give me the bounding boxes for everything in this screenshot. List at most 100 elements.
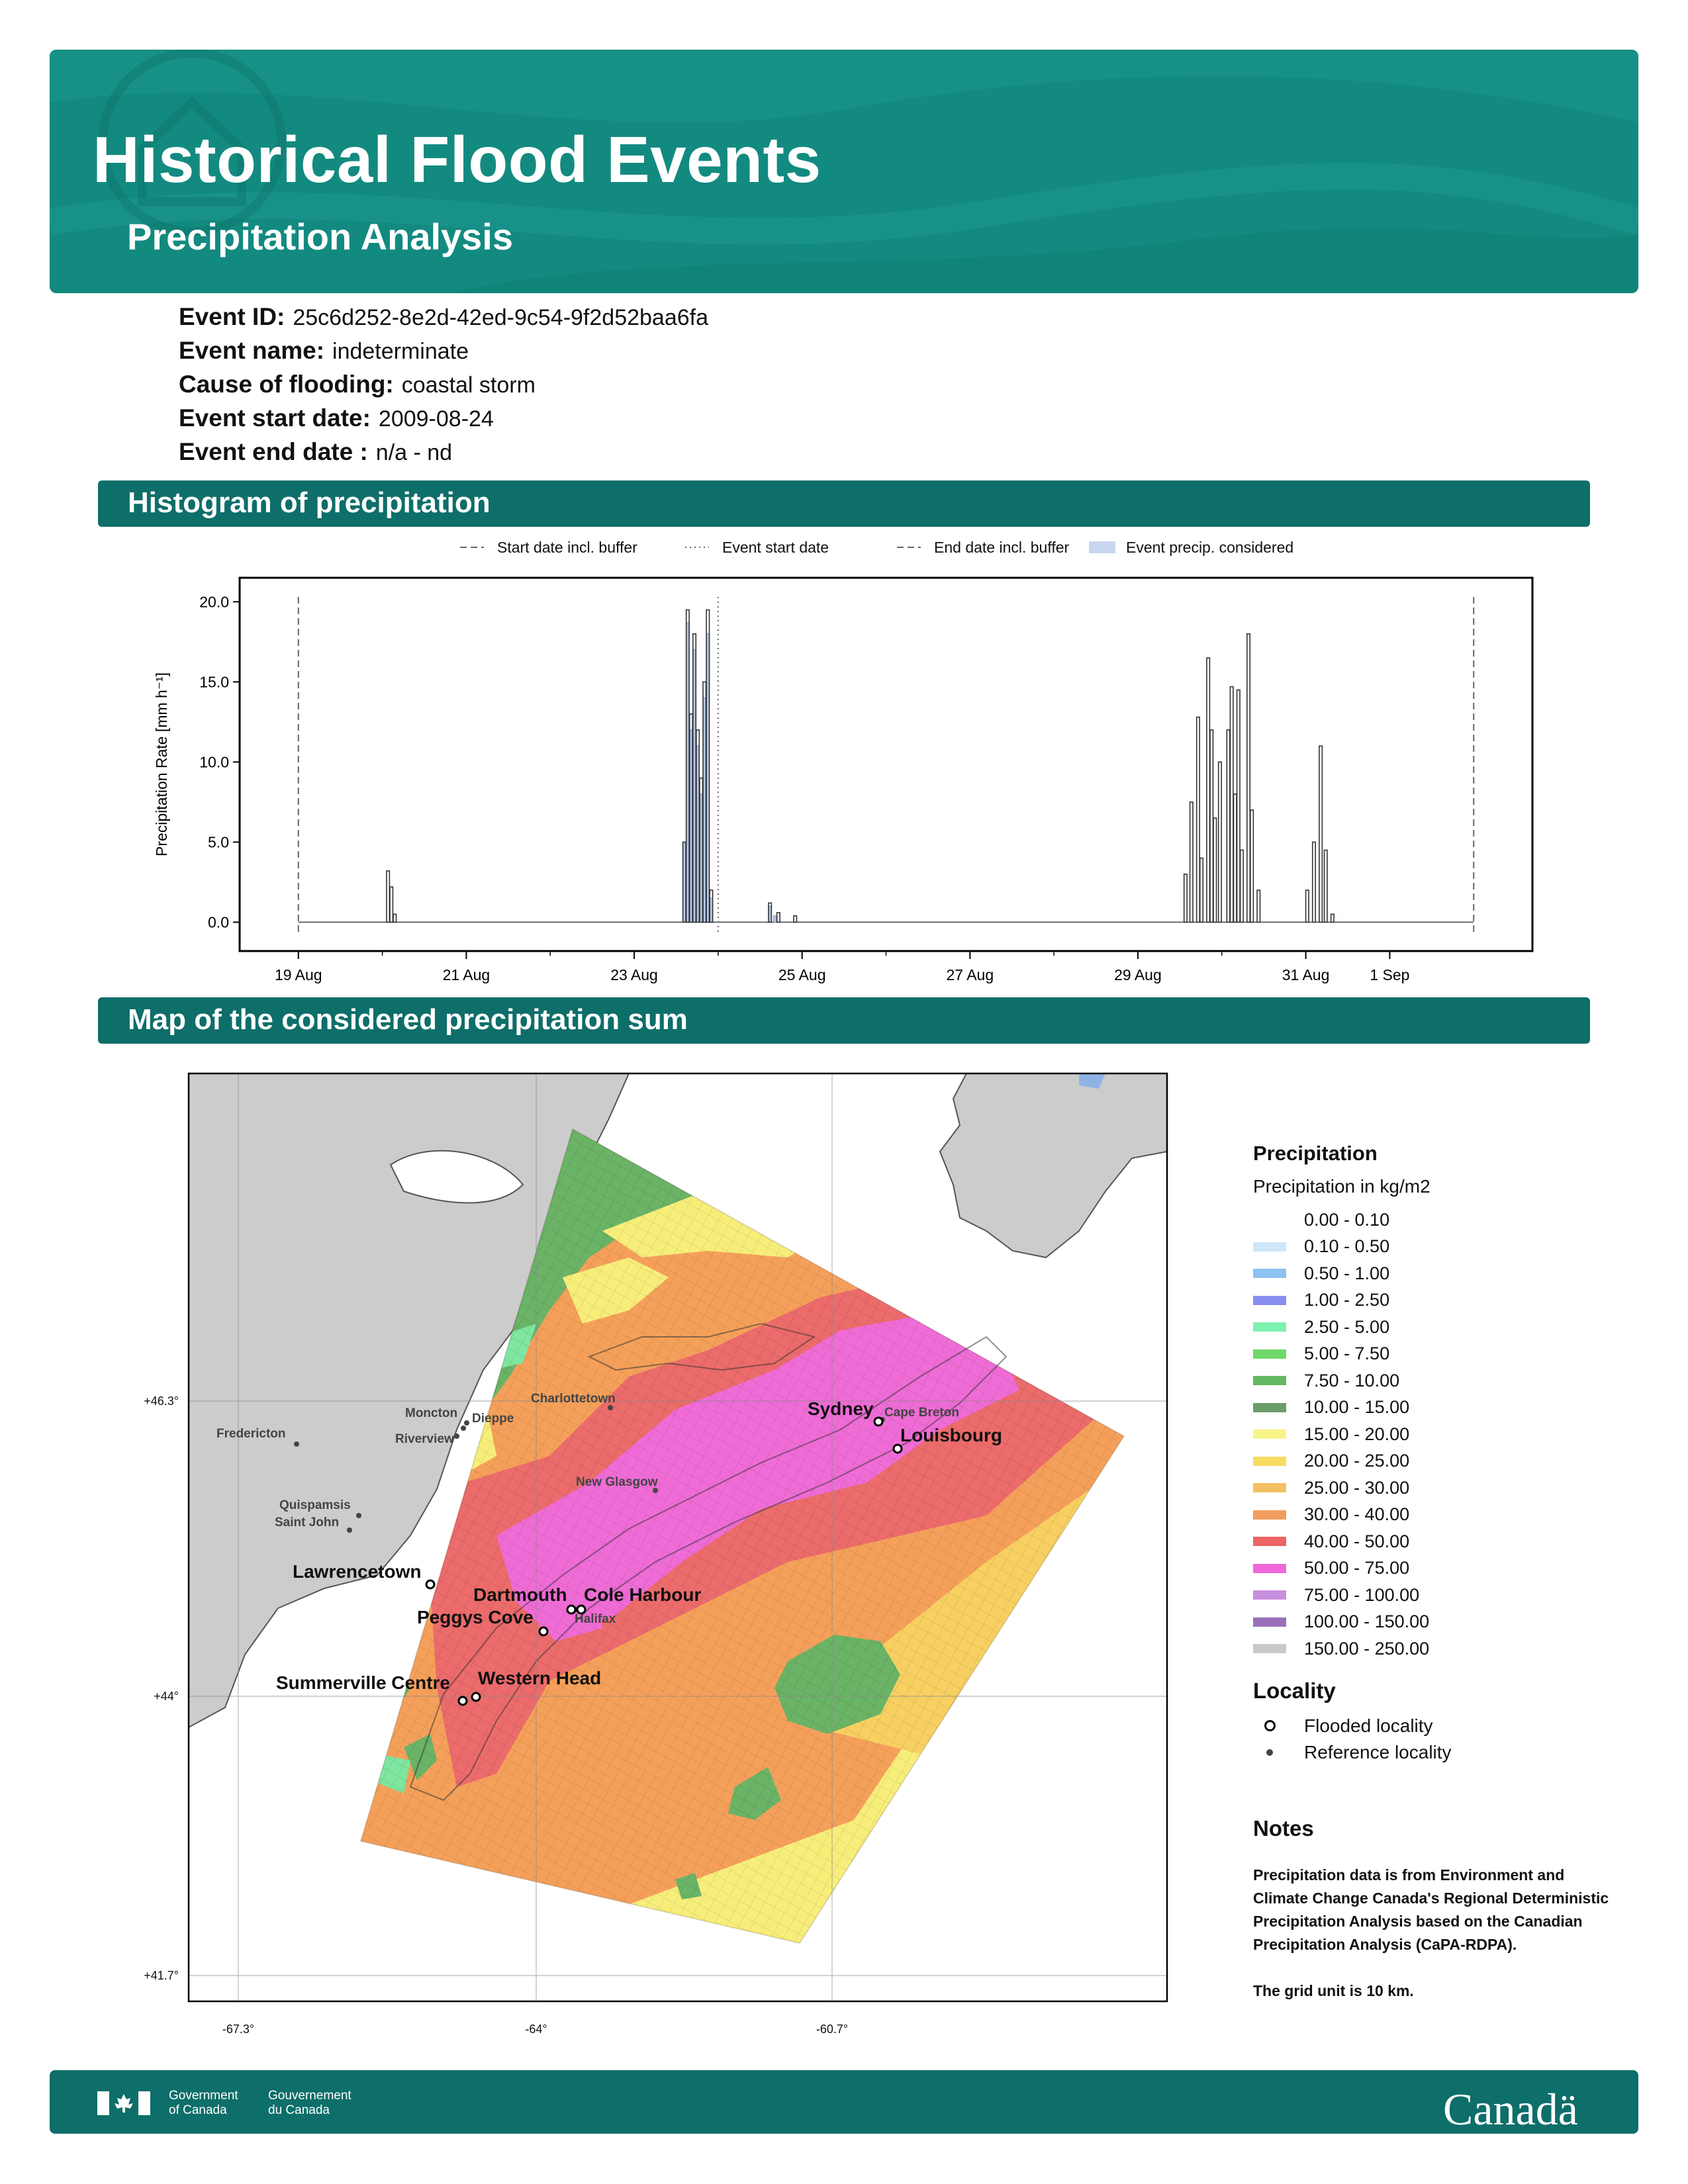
lon-label-67-3: -67.3°	[222, 2023, 254, 2036]
start-date-value: 2009-08-24	[378, 406, 494, 432]
legend-label: 10.00 - 15.00	[1304, 1397, 1410, 1418]
label-dartmouth: Dartmouth	[473, 1584, 567, 1605]
y-tick-label: 20.0	[199, 593, 229, 610]
x-tick-label: 23 Aug	[610, 966, 658, 983]
legend-label: 2.50 - 5.00	[1304, 1316, 1390, 1337]
ref-dot-dieppe	[461, 1426, 466, 1431]
x-tick-label: 29 Aug	[1114, 966, 1162, 983]
x-tick-label: 25 Aug	[778, 966, 826, 983]
histogram-section-header: Histogram of precipitation	[98, 480, 1590, 527]
label-quispamsis: Quispamsis	[279, 1498, 351, 1512]
label-louisbourg: Louisbourg	[900, 1425, 1002, 1445]
ref-dot-charlottetown	[608, 1405, 613, 1410]
legend-item: 5.00 - 7.50	[1253, 1341, 1624, 1368]
map-legend: Precipitation Precipitation in kg/m2 0.0…	[1253, 1142, 1624, 2026]
x-tick-label: 1 Sep	[1370, 966, 1409, 983]
canada-flag-icon	[97, 2091, 150, 2115]
legend-label: 7.50 - 10.00	[1304, 1370, 1400, 1390]
legend-item: 30.00 - 40.00	[1253, 1502, 1624, 1529]
legend-label: 25.00 - 30.00	[1304, 1477, 1410, 1498]
gov-fr-line2: du Canada	[268, 2103, 330, 2117]
legend-swatch	[1253, 1563, 1286, 1573]
legend-label: 1.00 - 2.50	[1304, 1290, 1390, 1310]
legend-label: End date incl. buffer	[934, 539, 1069, 556]
legend-label: 0.00 - 0.10	[1304, 1209, 1390, 1230]
end-date-label: Event end date :	[179, 438, 368, 465]
filled-bar	[773, 915, 777, 923]
label-saint-john: Saint John	[275, 1516, 339, 1529]
gouvernement-du-canada-fr: Gouvernement du Canada	[268, 2089, 352, 2118]
legend-item: 0.00 - 0.10	[1253, 1206, 1624, 1234]
legend-item: 100.00 - 150.00	[1253, 1609, 1624, 1636]
legend-swatch	[1253, 1590, 1286, 1600]
label-lawrencetown: Lawrencetown	[293, 1561, 421, 1582]
legend-swatch	[1253, 1644, 1286, 1654]
legend-item: 40.00 - 50.00	[1253, 1528, 1624, 1555]
x-tick-label: 31 Aug	[1282, 966, 1330, 983]
legend-label: 30.00 - 40.00	[1304, 1504, 1410, 1525]
label-cole-harbour: Cole Harbour	[584, 1584, 701, 1605]
lon-label-60-7: -60.7°	[816, 2023, 848, 2036]
map-section-header: Map of the considered precipitation sum	[98, 997, 1590, 1044]
legend-items: 0.00 - 0.10 0.10 - 0.50 0.50 - 1.00 1.00 - …	[1253, 1206, 1624, 1662]
legend-swatch	[1253, 1295, 1286, 1305]
legend-item: 25.00 - 30.00	[1253, 1475, 1624, 1502]
legend-label: 100.00 - 150.00	[1304, 1612, 1430, 1632]
cause-label: Cause of flooding:	[179, 371, 394, 398]
flood-dot-lawrencetown	[425, 1579, 436, 1590]
legend-reference-locality: Reference locality	[1253, 1739, 1624, 1766]
event-id-value: 25c6d252-8e2d-42ed-9c54-9f2d52baa6fa	[293, 305, 708, 330]
lon-label-64: -64°	[525, 2023, 547, 2036]
legend-item: 10.00 - 15.00	[1253, 1394, 1624, 1422]
label-charlottetown: Charlottetown	[531, 1392, 616, 1406]
ref-dot-saint-john	[347, 1527, 352, 1533]
legend-swatch	[1253, 1215, 1286, 1225]
legend-item: 20.00 - 25.00	[1253, 1448, 1624, 1475]
start-date-label: Event start date:	[179, 404, 371, 432]
legend-item: 1.00 - 2.50	[1253, 1287, 1624, 1314]
x-tick-label: 19 Aug	[275, 966, 322, 983]
notes-body: Precipitation data is from Environment a…	[1253, 1864, 1611, 2003]
legend-swatch	[1253, 1402, 1286, 1412]
legend-label: 0.50 - 1.00	[1304, 1263, 1390, 1283]
y-axis-label: Precipitation Rate [mm h⁻¹]	[153, 672, 170, 856]
event-id-row: Event ID: 25c6d252-8e2d-42ed-9c54-9f2d52b…	[179, 303, 708, 337]
gov-fr-line1: Gouvernement	[268, 2089, 352, 2103]
legend-item: 2.50 - 5.00	[1253, 1314, 1624, 1341]
event-id-label: Event ID:	[179, 303, 285, 330]
legend-swatch	[1253, 1617, 1286, 1627]
event-name-value: indeterminate	[332, 339, 469, 364]
gov-en-line1: Government	[169, 2089, 238, 2103]
label-western-head: Western Head	[478, 1668, 601, 1688]
label-new-glasgow: New Glasgow	[576, 1475, 658, 1489]
gov-en-line2: of Canada	[169, 2103, 227, 2117]
label-riverview: Riverview	[395, 1432, 454, 1446]
legend-item: 50.00 - 75.00	[1253, 1555, 1624, 1582]
ref-dot-quispamsis	[356, 1513, 361, 1518]
event-name-row: Event name: indeterminate	[179, 337, 708, 371]
locality-title: Locality	[1253, 1678, 1336, 1703]
flooded-locality-marker-icon	[1264, 1720, 1276, 1731]
page-title: Historical Flood Events	[93, 123, 821, 196]
lat-label-41-7: +41.7°	[144, 1969, 179, 1982]
legend-swatch-event-precip	[1089, 541, 1115, 553]
legend-item: 7.50 - 10.00	[1253, 1367, 1624, 1394]
legend-label: Event precip. considered	[1126, 539, 1293, 556]
reference-locality-marker-icon	[1266, 1749, 1273, 1756]
label-moncton: Moncton	[405, 1406, 457, 1420]
label-fredericton: Fredericton	[216, 1427, 286, 1441]
legend-item: 0.10 - 0.50	[1253, 1234, 1624, 1261]
event-name-label: Event name:	[179, 337, 325, 364]
legend-label: Event start date	[722, 539, 829, 556]
legend-item: 0.50 - 1.00	[1253, 1260, 1624, 1287]
notes-grid-text: The grid unit is 10 km.	[1253, 1981, 1414, 1999]
legend-label: 75.00 - 100.00	[1304, 1584, 1420, 1605]
legend-item: 75.00 - 100.00	[1253, 1582, 1624, 1609]
label-sydney: Sydney	[808, 1398, 874, 1419]
label-cape-breton: Cape Breton	[884, 1406, 959, 1420]
flood-dot-peggys-cove	[538, 1626, 549, 1637]
reference-locality-label: Reference locality	[1304, 1741, 1452, 1762]
precipitation-map: Sydney Louisbourg Lawrencetown Dartmouth…	[144, 1072, 1168, 2036]
legend-flooded-locality: Flooded locality	[1253, 1713, 1624, 1739]
label-dieppe: Dieppe	[472, 1412, 514, 1426]
